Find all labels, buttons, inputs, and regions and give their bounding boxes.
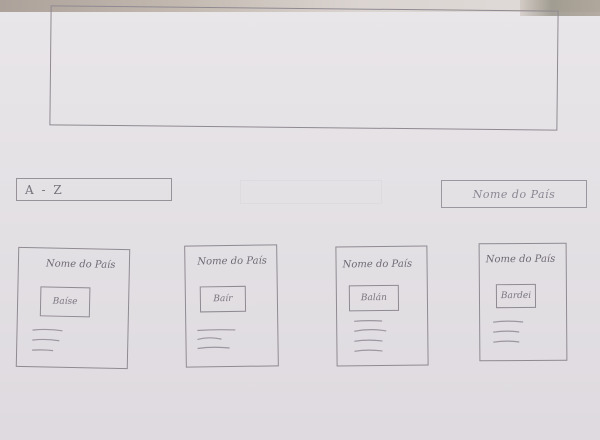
country-flag: Baíse	[39, 286, 91, 318]
country-flag: Baír	[199, 285, 247, 313]
search-input-text: A - Z	[25, 182, 64, 197]
country-card-title: Nome do País	[342, 258, 413, 271]
country-flag: Balán	[348, 284, 400, 312]
country-card[interactable]: Nome do País Baíse	[15, 246, 131, 370]
description-scribble	[354, 320, 387, 352]
country-card-title: Nome do País	[485, 253, 556, 266]
country-select[interactable]: Nome do País	[441, 180, 587, 208]
search-input[interactable]: A - Z	[16, 178, 172, 201]
filter-placeholder	[240, 180, 382, 204]
country-select-text: Nome do País	[472, 187, 556, 201]
country-flag-label: Baír	[213, 293, 233, 305]
country-flag-label: Bardei	[500, 290, 532, 302]
country-card-title: Nome do País	[197, 255, 267, 268]
country-flag-label: Baíse	[52, 296, 78, 308]
description-scribble	[493, 320, 524, 343]
country-flag: Bardei	[495, 283, 537, 309]
country-card-title: Nome do País	[45, 258, 116, 271]
description-scribble	[197, 329, 236, 350]
country-card[interactable]: Nome do País Bardei	[478, 242, 568, 362]
hero-banner	[49, 5, 559, 131]
country-card[interactable]: Nome do País Balán	[335, 245, 429, 367]
country-flag-label: Balán	[360, 292, 387, 304]
country-card[interactable]: Nome do País Baír	[184, 244, 279, 368]
description-scribble	[32, 328, 63, 352]
